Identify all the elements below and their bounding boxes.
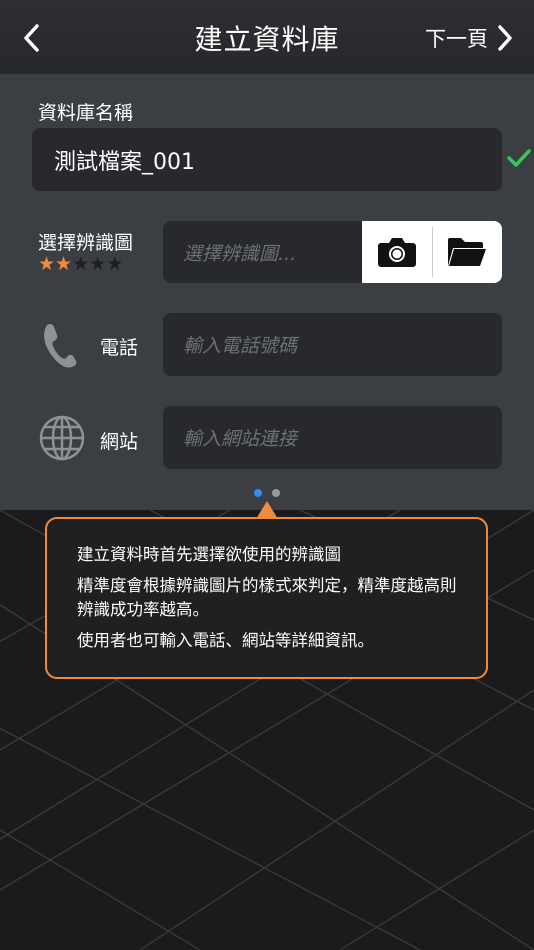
website-placeholder: 輸入網站連接 [183,428,298,450]
next-page-label: 下一頁 [425,27,488,51]
star-filled-icon: ★ [38,253,56,275]
page-dot[interactable] [254,489,262,497]
camera-button[interactable] [362,221,432,283]
chevron-right-icon [498,25,512,51]
page-indicator [254,489,280,497]
camera-icon [377,238,416,267]
tooltip: 建立資料時首先選擇欲使用的辨識圖 精準度會根據辨識圖片的樣式來判定，精準度越高則… [45,517,488,679]
logo-source-buttons [362,221,502,283]
logo-placeholder: 選擇辨識圖... [183,242,297,265]
next-page-button[interactable]: 下一頁 [425,20,514,56]
star-filled-icon: ★ [55,253,73,275]
phone-input[interactable]: 輸入電話號碼 [163,313,502,376]
tooltip-line-2: 精準度會根據辨識圖片的樣式來判定，精準度越高則辨識成功率越高。 [77,576,457,619]
phone-label: 電話 [100,337,139,359]
phone-placeholder: 輸入電話號碼 [183,335,298,357]
globe-icon [39,415,85,461]
star-empty-icon: ★ [72,253,90,275]
checkmark-icon [507,149,531,167]
website-input[interactable]: 輸入網站連接 [163,406,502,469]
star-empty-icon: ★ [89,253,107,275]
nav-bar: 建立資料庫 下一頁 [0,0,534,74]
website-label: 網站 [100,431,139,453]
star-empty-icon: ★ [106,253,124,275]
db-name-label: 資料庫名稱 [38,102,134,124]
folder-button[interactable] [433,221,503,283]
db-name-input[interactable]: 測試檔案_001 [32,128,502,191]
logo-label: 選擇辨識圖 [38,232,134,254]
tooltip-line-1: 建立資料時首先選擇欲使用的辨識圖 [77,545,341,564]
db-name-value: 測試檔案_001 [54,149,195,175]
tooltip-line-3: 使用者也可輸入電話、網站等詳細資訊。 [77,631,374,650]
form-panel: 資料庫名稱 測試檔案_001 選擇辨識圖 ★★★★★ 選擇辨識圖... [0,74,534,510]
folder-icon [448,238,487,266]
phone-icon [44,323,77,368]
page-dot[interactable] [272,489,280,497]
accuracy-rating: ★ ★ ★ ★ ★ [38,254,123,274]
